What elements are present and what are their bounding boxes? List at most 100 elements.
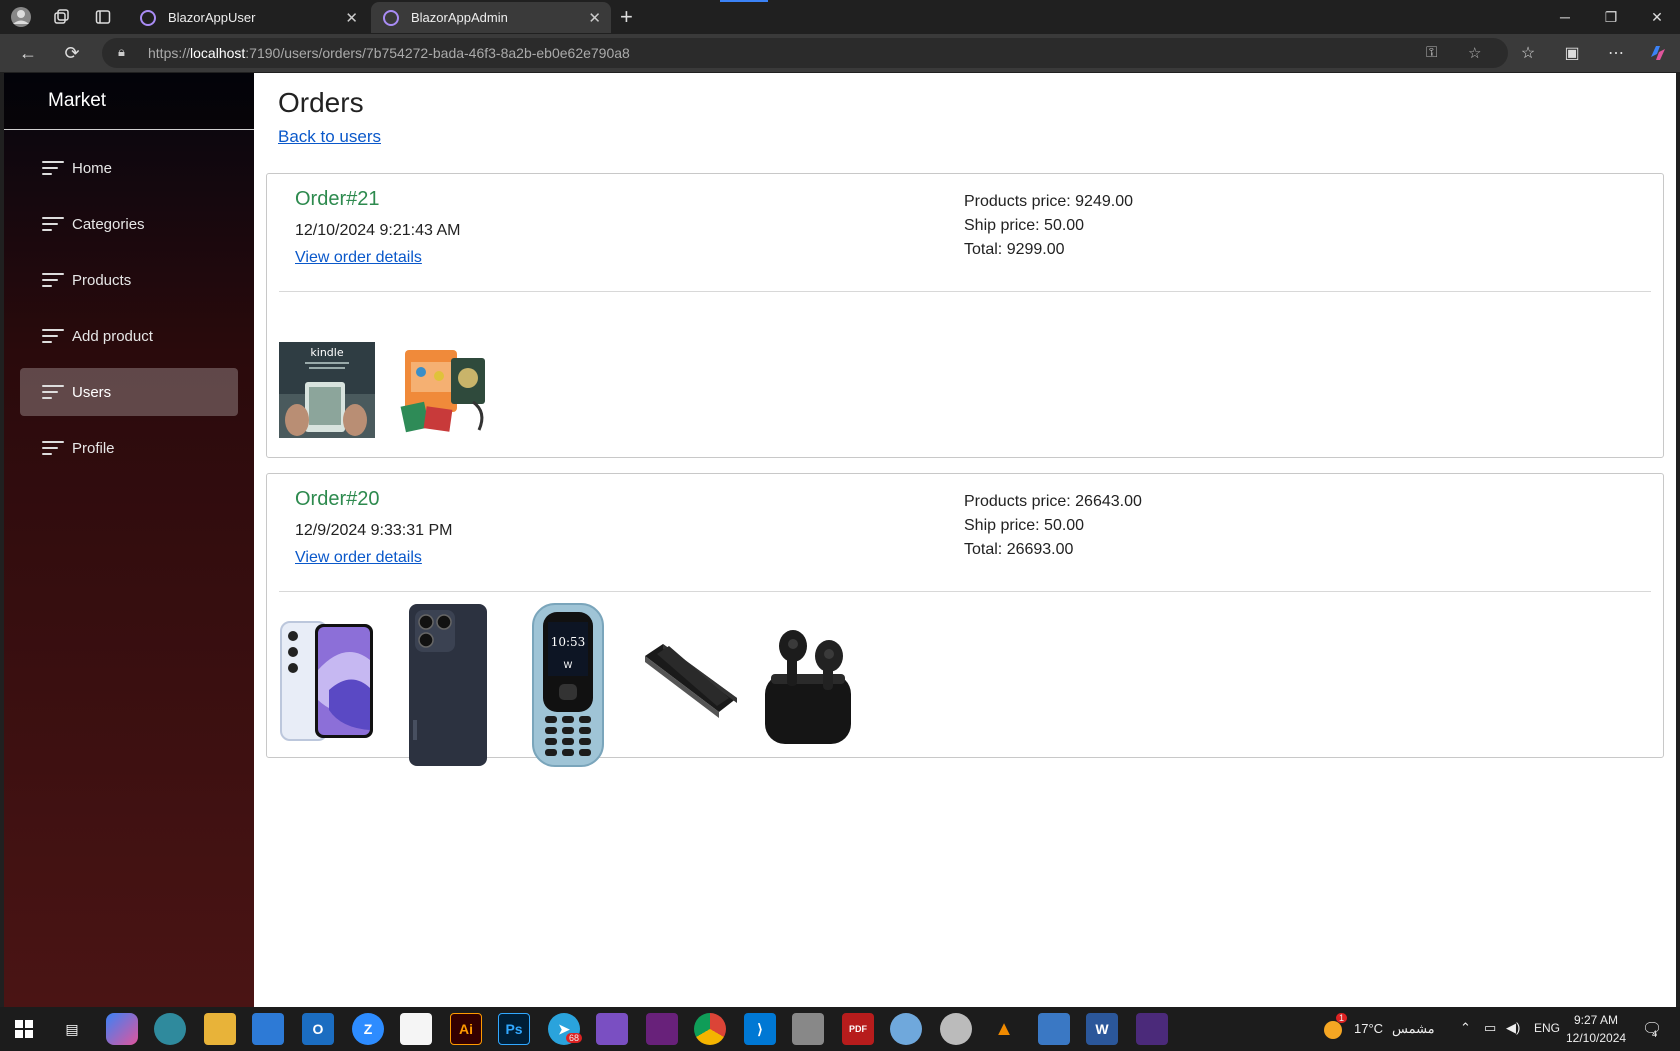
paint-icon[interactable] <box>890 1013 922 1045</box>
telegram-badge: 68 <box>566 1033 583 1043</box>
copilot-icon[interactable] <box>1640 34 1676 72</box>
tab-blazorappuser[interactable]: BlazorAppUser ✕ <box>128 2 368 33</box>
chrome-icon[interactable] <box>694 1013 726 1045</box>
list-icon <box>42 273 64 287</box>
file-explorer-icon[interactable] <box>204 1013 236 1045</box>
network-icon[interactable]: ▭ <box>1484 1020 1496 1036</box>
list-icon <box>42 329 64 343</box>
order-title: Order#21 <box>295 188 380 210</box>
workspaces-icon[interactable] <box>44 0 78 34</box>
notepad-icon[interactable] <box>400 1013 432 1045</box>
sidebar-item-label: Products <box>72 271 132 289</box>
samsung-phone-image[interactable] <box>279 600 375 765</box>
products-price: Products price: 9249.00 <box>964 193 1133 210</box>
sidebar-item-home[interactable]: Home <box>20 144 238 192</box>
sidebar-item-add-product[interactable]: Add product <box>20 312 238 360</box>
back-icon[interactable]: ← <box>10 34 46 72</box>
kindle-ereader-image[interactable]: kindle <box>279 342 375 443</box>
weather-condition[interactable]: مشمس <box>1392 1021 1435 1037</box>
start-icon[interactable] <box>8 1013 40 1045</box>
order-card: Order#21 12/10/2024 9:21:43 AM View orde… <box>266 173 1664 458</box>
new-tab-icon[interactable]: + <box>620 4 633 30</box>
restore-icon[interactable]: ❐ <box>1588 0 1634 34</box>
tab-title: BlazorAppUser <box>168 10 256 25</box>
order-prices: Products price: 26643.00 Ship price: 50.… <box>964 490 1142 562</box>
favorite-star-icon[interactable]: ☆ <box>1468 44 1481 62</box>
disc-icon[interactable] <box>940 1013 972 1045</box>
svg-text:10:53: 10:53 <box>551 635 586 649</box>
vscode-icon[interactable]: ⟩ <box>744 1013 776 1045</box>
remote-desktop-icon[interactable] <box>1038 1013 1070 1045</box>
tab-blazorappadmin[interactable]: BlazorAppAdmin ✕ <box>371 2 611 33</box>
notification-count: 4 <box>1652 1029 1658 1039</box>
weather-icon[interactable] <box>1324 1021 1342 1039</box>
close-tab-icon[interactable]: ✕ <box>345 9 358 27</box>
collections-icon[interactable]: ▣ <box>1554 34 1590 72</box>
order-date: 12/9/2024 9:33:31 PM <box>295 522 453 539</box>
task-view-icon[interactable]: ▤ <box>56 1013 88 1045</box>
sidebar-item-profile[interactable]: Profile <box>20 424 238 472</box>
list-icon <box>42 161 64 175</box>
sidebar-item-users[interactable]: Users <box>20 368 238 416</box>
weather-badge: 1 <box>1336 1013 1348 1023</box>
order-prices: Products price: 9249.00 Ship price: 50.0… <box>964 190 1133 262</box>
page-title: Orders <box>278 87 364 118</box>
zoom-icon[interactable]: Z <box>352 1013 384 1045</box>
video-editor-icon[interactable] <box>596 1013 628 1045</box>
view-order-details-link[interactable]: View order details <box>295 549 422 567</box>
main-content: Orders Back to users Order#21 12/10/2024… <box>254 73 1676 1007</box>
url-input[interactable]: 🔒︎ https://localhost:7190/users/orders/7… <box>102 38 1508 68</box>
volume-icon[interactable]: ◀) <box>1506 1020 1520 1036</box>
pdf-app-icon[interactable]: PDF <box>842 1013 874 1045</box>
clock-date[interactable]: 12/10/2024 <box>1566 1031 1626 1045</box>
earbuds-image[interactable] <box>759 600 859 765</box>
usb-drive-icon[interactable] <box>792 1013 824 1045</box>
address-bar-row: ← ⟳ 🔒︎ https://localhost:7190/users/orde… <box>0 34 1680 72</box>
order-date: 12/10/2024 9:21:43 AM <box>295 222 461 239</box>
url-path: :7190/users/orders/7b754272-bada-46f3-8a… <box>245 45 630 61</box>
refresh-icon[interactable]: ⟳ <box>54 34 90 72</box>
sidebar-item-label: Home <box>72 159 113 177</box>
visual-studio-icon[interactable] <box>646 1013 678 1045</box>
store-icon[interactable] <box>252 1013 284 1045</box>
minimize-icon[interactable]: ─ <box>1542 0 1588 34</box>
divider <box>279 291 1651 292</box>
dark-phone-image[interactable] <box>399 600 495 775</box>
vlc-icon[interactable]: ▲ <box>988 1013 1020 1045</box>
order-card: Order#20 12/9/2024 9:33:31 PM View order… <box>266 473 1664 767</box>
url-host: localhost <box>190 45 246 61</box>
outlook-icon[interactable]: O <box>302 1013 334 1045</box>
clock-time[interactable]: 9:27 AM <box>1574 1013 1618 1027</box>
list-icon <box>42 217 64 231</box>
sidebar-item-label: Add product <box>72 327 153 345</box>
power-bank-image[interactable] <box>639 600 739 765</box>
close-window-icon[interactable]: ✕ <box>1634 0 1680 34</box>
key-icon[interactable]: ⚿ <box>1426 44 1437 61</box>
brand-title[interactable]: Market <box>4 73 254 130</box>
sidebar-item-categories[interactable]: Categories <box>20 200 238 248</box>
language-indicator[interactable]: ENG <box>1534 1021 1560 1035</box>
islamic-kids-kit-image[interactable] <box>399 342 495 443</box>
feature-phone-image[interactable]: 10:53 W <box>519 600 615 775</box>
copilot-app-icon[interactable] <box>106 1013 138 1045</box>
terminal-icon[interactable] <box>1136 1013 1168 1045</box>
photoshop-icon[interactable]: Ps <box>498 1013 530 1045</box>
blazor-favicon-icon <box>383 9 399 26</box>
favorites-icon[interactable]: ☆ <box>1510 34 1546 72</box>
svg-text:kindle: kindle <box>310 346 343 359</box>
back-to-users-link[interactable]: Back to users <box>278 127 381 147</box>
more-options-icon[interactable]: ⋯ <box>1598 34 1634 72</box>
sidebar-item-products[interactable]: Products <box>20 256 238 304</box>
word-icon[interactable]: W <box>1086 1013 1118 1045</box>
chevron-up-icon[interactable]: ⌃ <box>1460 1020 1471 1036</box>
close-tab-icon[interactable]: ✕ <box>588 9 601 27</box>
windows-taskbar: ▤ O Z Ai Ps ➤ 68 ⟩ PDF ▲ W 1 17°C مشمس ⌃… <box>0 1007 1680 1051</box>
illustrator-icon[interactable]: Ai <box>450 1013 482 1045</box>
profile-icon[interactable] <box>4 0 38 34</box>
weather-temperature[interactable]: 17°C <box>1354 1021 1383 1036</box>
view-order-details-link[interactable]: View order details <box>295 249 422 267</box>
edge-app-icon[interactable] <box>154 1013 186 1045</box>
tab-actions-icon[interactable] <box>86 0 120 34</box>
tab-title: BlazorAppAdmin <box>411 10 508 25</box>
order-title: Order#20 <box>295 488 380 510</box>
